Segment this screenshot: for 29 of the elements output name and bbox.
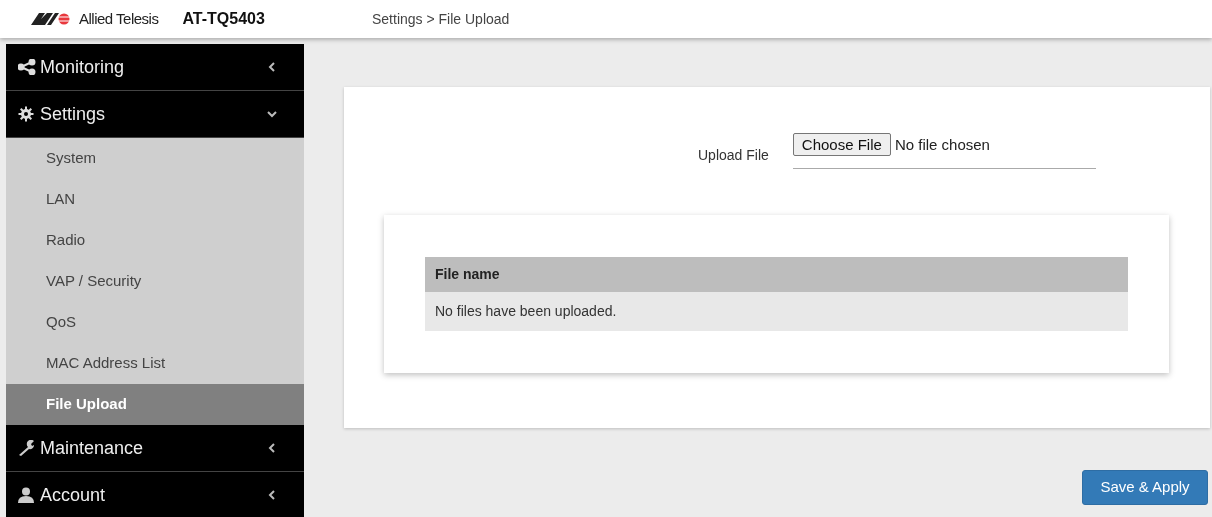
wrench-icon	[18, 440, 36, 456]
sidebar-section[interactable]: Maintenance	[6, 425, 304, 472]
file-input[interactable]: Choose File No file chosen	[792, 133, 1096, 169]
upload-file-label: Upload File	[698, 145, 769, 165]
file-status: No file chosen	[894, 135, 990, 155]
sidebar-item[interactable]: System	[6, 138, 304, 179]
user-icon	[18, 487, 34, 503]
save-apply-button[interactable]: Save & Apply	[1082, 470, 1208, 505]
model-name: AT-TQ5403	[182, 9, 265, 29]
chevron-down-icon	[266, 110, 278, 118]
table-cell-text: No files have been uploaded.	[434, 302, 618, 321]
sidebar-item[interactable]: File Upload	[6, 384, 304, 425]
chevron-left-icon	[268, 61, 276, 73]
share-icon	[18, 59, 36, 75]
chevron-left-icon	[268, 442, 276, 454]
sidebar-item[interactable]: MAC Address List	[6, 343, 304, 384]
sidebar-section[interactable]: Account	[6, 472, 304, 517]
logo-icon	[31, 13, 71, 25]
sidebar-section[interactable]: Monitoring	[6, 44, 304, 91]
chevron-left-icon	[268, 489, 276, 501]
breadcrumb: Settings > File Upload	[372, 9, 510, 29]
brand-name: Allied Telesis	[79, 8, 159, 29]
sidebar-item[interactable]: Radio	[6, 220, 304, 261]
sidebar-item[interactable]: LAN	[6, 179, 304, 220]
gear-icon	[18, 106, 34, 122]
sidebar-item[interactable]: VAP / Security	[6, 261, 304, 302]
sidebar-item[interactable]: QoS	[6, 302, 304, 343]
choose-file-button[interactable]: Choose File	[792, 133, 891, 156]
column-header: File name	[434, 265, 501, 284]
